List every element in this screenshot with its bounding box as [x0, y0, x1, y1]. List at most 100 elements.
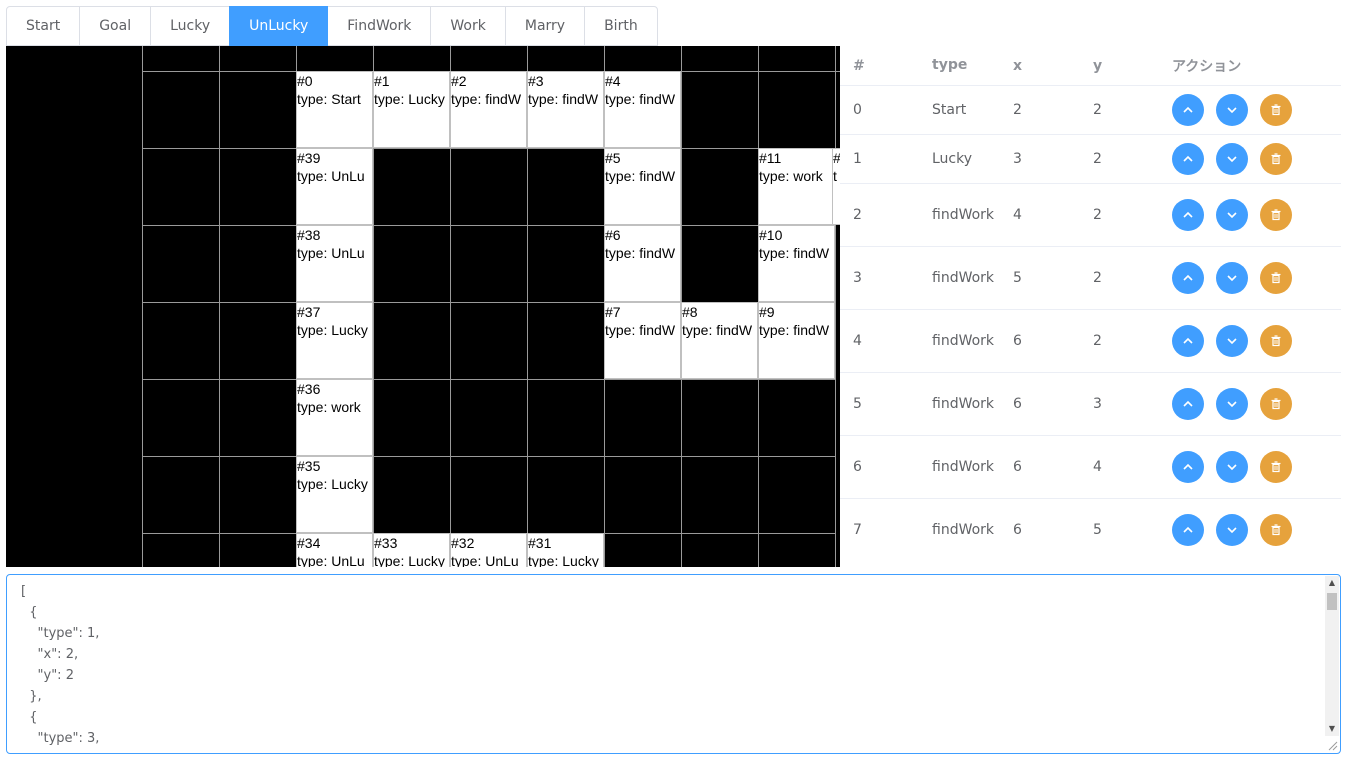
board-tile[interactable]: #t [832, 148, 840, 225]
tile-id: #1 [374, 73, 390, 89]
board-cell [681, 71, 759, 149]
delete-button[interactable] [1260, 199, 1292, 231]
tile-type: type: findW [605, 322, 676, 338]
board-tile[interactable]: #10 type: findW [758, 225, 835, 302]
move-up-button[interactable] [1172, 451, 1204, 483]
board-tile[interactable]: #3 type: findW [527, 71, 604, 148]
chevron-up-icon [1181, 103, 1195, 117]
cell-y: 2 [1093, 207, 1102, 223]
move-down-button[interactable] [1216, 388, 1248, 420]
board-cell [373, 225, 451, 303]
board-tile[interactable]: #35 type: Lucky [296, 456, 373, 533]
board-tile[interactable]: #6 type: findW [604, 225, 681, 302]
board-tile[interactable]: #2 type: findW [450, 71, 527, 148]
move-down-button[interactable] [1216, 143, 1248, 175]
trash-icon [1269, 208, 1283, 222]
move-down-button[interactable] [1216, 94, 1248, 126]
cell-x: 6 [1013, 459, 1022, 475]
move-down-button[interactable] [1216, 262, 1248, 294]
cell-type: Start [932, 101, 967, 118]
board-tile[interactable]: #4 type: findW [604, 71, 681, 148]
cell-x: 6 [1013, 396, 1022, 412]
delete-button[interactable] [1260, 94, 1292, 126]
move-up-button[interactable] [1172, 143, 1204, 175]
board-cell [527, 302, 605, 380]
scroll-down-arrow-icon[interactable]: ▼ [1325, 722, 1339, 736]
game-board[interactable]: #0 type: Start #1 type: Lucky #2 type: find… [6, 46, 840, 567]
tab-lucky[interactable]: Lucky [150, 6, 231, 46]
tab-start[interactable]: Start [6, 6, 81, 46]
tab-work[interactable]: Work [430, 6, 506, 46]
board-tile[interactable]: #9 type: findW [758, 302, 835, 379]
scroll-up-arrow-icon[interactable]: ▲ [1325, 576, 1339, 590]
tab-birth[interactable]: Birth [584, 6, 658, 46]
chevron-up-icon [1181, 271, 1195, 285]
tab-findwork[interactable]: FindWork [327, 6, 432, 46]
board-tile[interactable]: #11 type: work [758, 148, 835, 225]
cell-type: findWork [932, 458, 995, 475]
board-cell [604, 379, 682, 457]
board-cell [681, 46, 759, 72]
board-tile[interactable]: #36 type: work [296, 379, 373, 456]
move-up-button[interactable] [1172, 388, 1204, 420]
move-up-button[interactable] [1172, 325, 1204, 357]
delete-button[interactable] [1260, 262, 1292, 294]
delete-button[interactable] [1260, 325, 1292, 357]
tile-type: type: UnLu [297, 553, 365, 567]
move-down-button[interactable] [1216, 514, 1248, 546]
delete-button[interactable] [1260, 388, 1292, 420]
json-content[interactable]: [ { "type": 1, "x": 2, "y": 2 }, { "type… [21, 581, 99, 753]
tile-type: type: findW [759, 322, 830, 338]
cell-id: 1 [853, 151, 862, 167]
tile-type: type: Lucky [297, 322, 368, 338]
board-tile[interactable]: #37 type: Lucky [296, 302, 373, 379]
cell-type: findWork [932, 206, 995, 223]
tile-id: #3 [528, 73, 544, 89]
move-down-button[interactable] [1216, 199, 1248, 231]
tile-type: type: findW [759, 245, 830, 261]
board-tile[interactable]: #33 type: Lucky [373, 533, 450, 567]
tile-type: type: Lucky [374, 91, 445, 107]
board-cell [450, 456, 528, 534]
delete-button[interactable] [1260, 514, 1292, 546]
board-cell [219, 225, 297, 303]
tile-type: type: findW [528, 91, 599, 107]
trash-icon [1269, 103, 1283, 117]
board-cell [527, 225, 605, 303]
board-tile[interactable]: #5 type: findW [604, 148, 681, 225]
textarea-scrollbar[interactable]: ▲ ▼ [1325, 576, 1339, 736]
board-tile[interactable]: #38 type: UnLu [296, 225, 373, 302]
move-up-button[interactable] [1172, 262, 1204, 294]
board-tile[interactable]: #1 type: Lucky [373, 71, 450, 148]
move-down-button[interactable] [1216, 451, 1248, 483]
scroll-thumb[interactable] [1327, 593, 1337, 610]
column-header-type: type [932, 57, 968, 73]
delete-button[interactable] [1260, 143, 1292, 175]
chevron-up-icon [1181, 460, 1195, 474]
resize-handle-icon[interactable] [1328, 741, 1338, 751]
delete-button[interactable] [1260, 451, 1292, 483]
board-tile[interactable]: #8 type: findW [681, 302, 758, 379]
board-tile[interactable]: #0 type: Start [296, 71, 373, 148]
chevron-up-icon [1181, 397, 1195, 411]
tile-id: #6 [605, 227, 621, 243]
tab-unlucky[interactable]: UnLucky [229, 6, 329, 46]
board-cell [219, 379, 297, 457]
tab-goal[interactable]: Goal [79, 6, 152, 46]
tab-marry[interactable]: Marry [504, 6, 586, 46]
move-down-button[interactable] [1216, 325, 1248, 357]
tile-type: type: Lucky [528, 553, 599, 567]
board-tile[interactable]: #31 type: Lucky [527, 533, 604, 567]
board-tile[interactable]: #32 type: UnLu [450, 533, 527, 567]
board-tile[interactable]: #34 type: UnLu [296, 533, 373, 567]
move-up-button[interactable] [1172, 514, 1204, 546]
cell-id: 2 [853, 207, 862, 223]
move-up-button[interactable] [1172, 199, 1204, 231]
board-tile[interactable]: #7 type: findW [604, 302, 681, 379]
chevron-up-icon [1181, 523, 1195, 537]
board-cell [450, 46, 528, 72]
json-textarea[interactable]: [ { "type": 1, "x": 2, "y": 2 }, { "type… [6, 574, 1341, 754]
tile-type: type: UnLu [297, 168, 365, 184]
move-up-button[interactable] [1172, 94, 1204, 126]
board-tile[interactable]: #39 type: UnLu [296, 148, 373, 225]
